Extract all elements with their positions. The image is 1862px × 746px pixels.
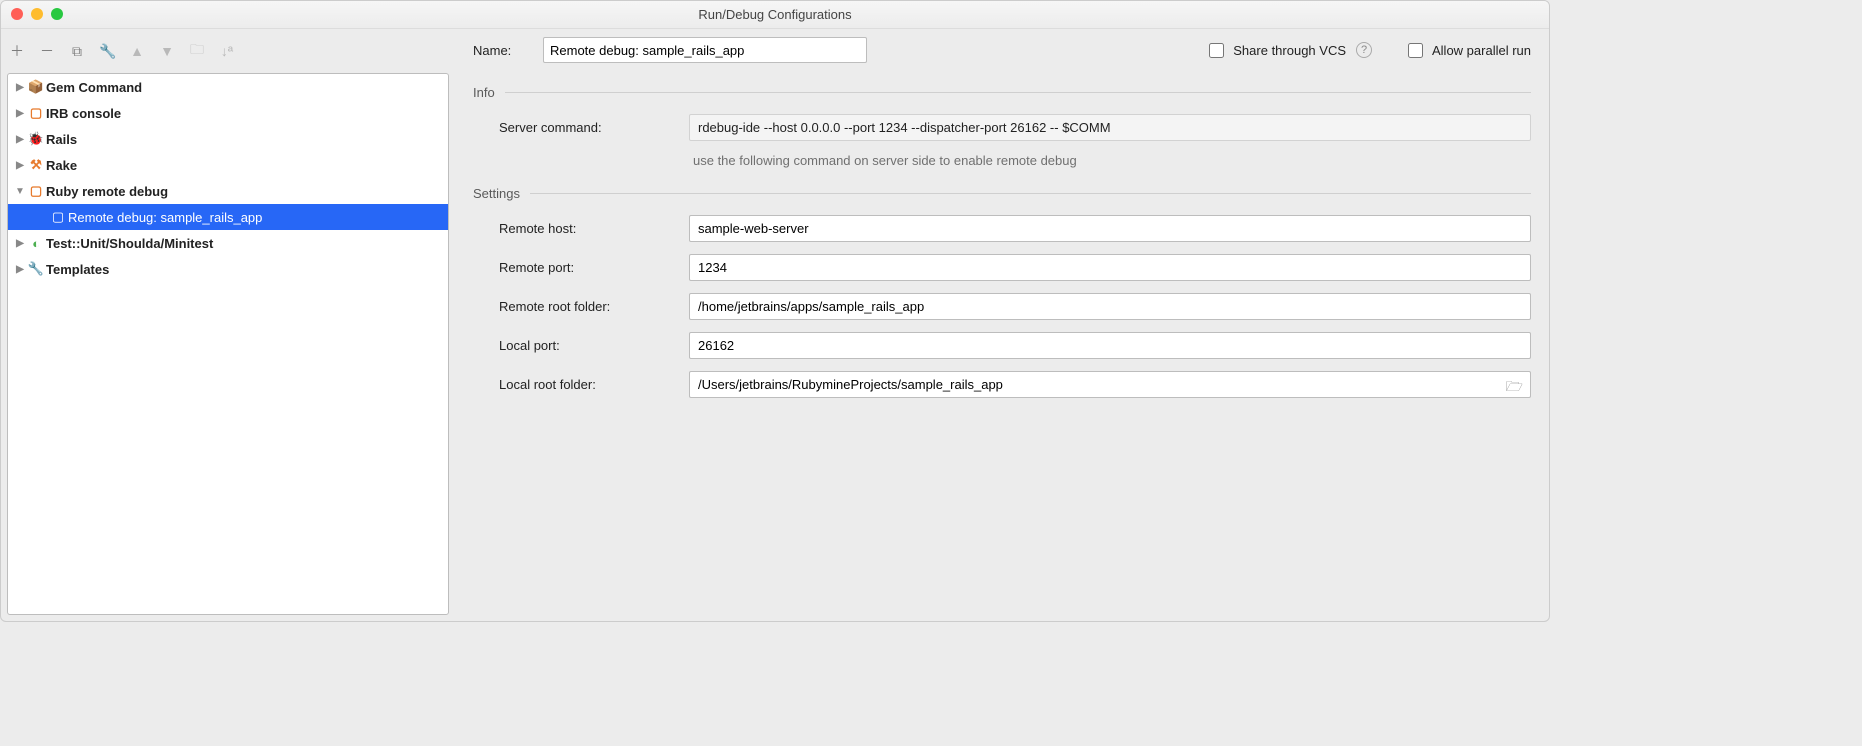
- chevron-right-icon[interactable]: ▶: [14, 160, 26, 171]
- server-command-hint: use the following command on server side…: [473, 153, 1531, 168]
- remove-icon[interactable]: －: [39, 41, 55, 61]
- tree-item[interactable]: ▶⚒Rake: [8, 152, 448, 178]
- info-heading: Info: [473, 85, 495, 100]
- server-command-label: Server command:: [499, 120, 689, 135]
- chevron-right-icon[interactable]: ▶: [14, 134, 26, 145]
- tree-item-label: Test::Unit/Shoulda/Minitest: [46, 236, 213, 251]
- tree-item-label: Ruby remote debug: [46, 184, 168, 199]
- tree-item[interactable]: ▶▢IRB console: [8, 100, 448, 126]
- copy-icon[interactable]: ⧉: [69, 43, 85, 60]
- remote-host-input[interactable]: [689, 215, 1531, 242]
- tree-item-label: Templates: [46, 262, 109, 277]
- config-type-icon: ▢: [26, 183, 46, 199]
- window-controls: [11, 8, 63, 20]
- tree-item-label: Gem Command: [46, 80, 142, 95]
- add-icon[interactable]: ＋: [9, 41, 25, 61]
- config-type-icon: ◐: [26, 236, 46, 251]
- tree-item-label: Rails: [46, 132, 77, 147]
- close-icon[interactable]: [11, 8, 23, 20]
- config-toolbar: ＋ － ⧉ 🔧 ▲ ▼ 🗀 ↓ª: [1, 29, 455, 73]
- local-root-label: Local root folder:: [499, 377, 689, 392]
- zoom-icon[interactable]: [51, 8, 63, 20]
- folder-icon: 🗀: [189, 39, 205, 63]
- window-titlebar: Run/Debug Configurations: [1, 1, 1549, 29]
- chevron-right-icon[interactable]: ▶: [14, 82, 26, 93]
- remote-host-label: Remote host:: [499, 221, 689, 236]
- edit-defaults-icon[interactable]: 🔧: [99, 43, 115, 60]
- left-panel: ＋ － ⧉ 🔧 ▲ ▼ 🗀 ↓ª ▶📦Gem Command▶▢IRB cons…: [1, 29, 455, 621]
- settings-heading: Settings: [473, 186, 520, 201]
- allow-parallel-label: Allow parallel run: [1432, 43, 1531, 58]
- chevron-down-icon[interactable]: ▼: [14, 186, 26, 197]
- chevron-right-icon[interactable]: ▶: [14, 264, 26, 275]
- configurations-tree[interactable]: ▶📦Gem Command▶▢IRB console▶🐞Rails▶⚒Rake▼…: [7, 73, 449, 615]
- config-type-icon: 🐞: [26, 131, 46, 147]
- allow-parallel-input[interactable]: [1408, 43, 1423, 58]
- run-debug-dialog: Run/Debug Configurations ＋ － ⧉ 🔧 ▲ ▼ 🗀 ↓…: [0, 0, 1550, 622]
- sort-icon: ↓ª: [219, 43, 235, 59]
- window-title: Run/Debug Configurations: [698, 7, 851, 22]
- remote-root-label: Remote root folder:: [499, 299, 689, 314]
- minimize-icon[interactable]: [31, 8, 43, 20]
- allow-parallel-checkbox[interactable]: Allow parallel run: [1404, 40, 1531, 61]
- config-type-icon: ⚒: [26, 157, 46, 173]
- remote-root-input[interactable]: [689, 293, 1531, 320]
- local-port-label: Local port:: [499, 338, 689, 353]
- tree-item-label: Rake: [46, 158, 77, 173]
- help-icon[interactable]: ?: [1356, 42, 1372, 58]
- config-type-icon: ▢: [26, 105, 46, 121]
- remote-port-input[interactable]: [689, 254, 1531, 281]
- tree-item[interactable]: ▶🔧Templates: [8, 256, 448, 282]
- config-editor: Name: Share through VCS ? Allow parallel…: [455, 29, 1549, 621]
- local-root-input[interactable]: [689, 371, 1531, 398]
- config-icon: ▢: [48, 209, 68, 225]
- share-vcs-label: Share through VCS: [1233, 43, 1346, 58]
- config-type-icon: 📦: [26, 79, 46, 95]
- name-label: Name:: [473, 43, 529, 58]
- tree-item[interactable]: ▼▢Ruby remote debug: [8, 178, 448, 204]
- config-type-icon: 🔧: [26, 261, 46, 277]
- chevron-right-icon[interactable]: ▶: [14, 108, 26, 119]
- chevron-right-icon[interactable]: ▶: [14, 238, 26, 249]
- tree-item[interactable]: ▶📦Gem Command: [8, 74, 448, 100]
- move-up-icon: ▲: [129, 43, 145, 59]
- browse-folder-icon[interactable]: 🗁: [1506, 376, 1523, 400]
- server-command-value: rdebug-ide --host 0.0.0.0 --port 1234 --…: [689, 114, 1531, 141]
- name-input[interactable]: [543, 37, 867, 63]
- tree-item[interactable]: ▶🐞Rails: [8, 126, 448, 152]
- share-vcs-input[interactable]: [1209, 43, 1224, 58]
- tree-item-label: Remote debug: sample_rails_app: [68, 210, 262, 225]
- remote-port-label: Remote port:: [499, 260, 689, 275]
- tree-item-label: IRB console: [46, 106, 121, 121]
- tree-item[interactable]: ▶◐Test::Unit/Shoulda/Minitest: [8, 230, 448, 256]
- move-down-icon: ▼: [159, 43, 175, 59]
- local-port-input[interactable]: [689, 332, 1531, 359]
- tree-item[interactable]: ▢Remote debug: sample_rails_app: [8, 204, 448, 230]
- share-vcs-checkbox[interactable]: Share through VCS ?: [1205, 40, 1372, 61]
